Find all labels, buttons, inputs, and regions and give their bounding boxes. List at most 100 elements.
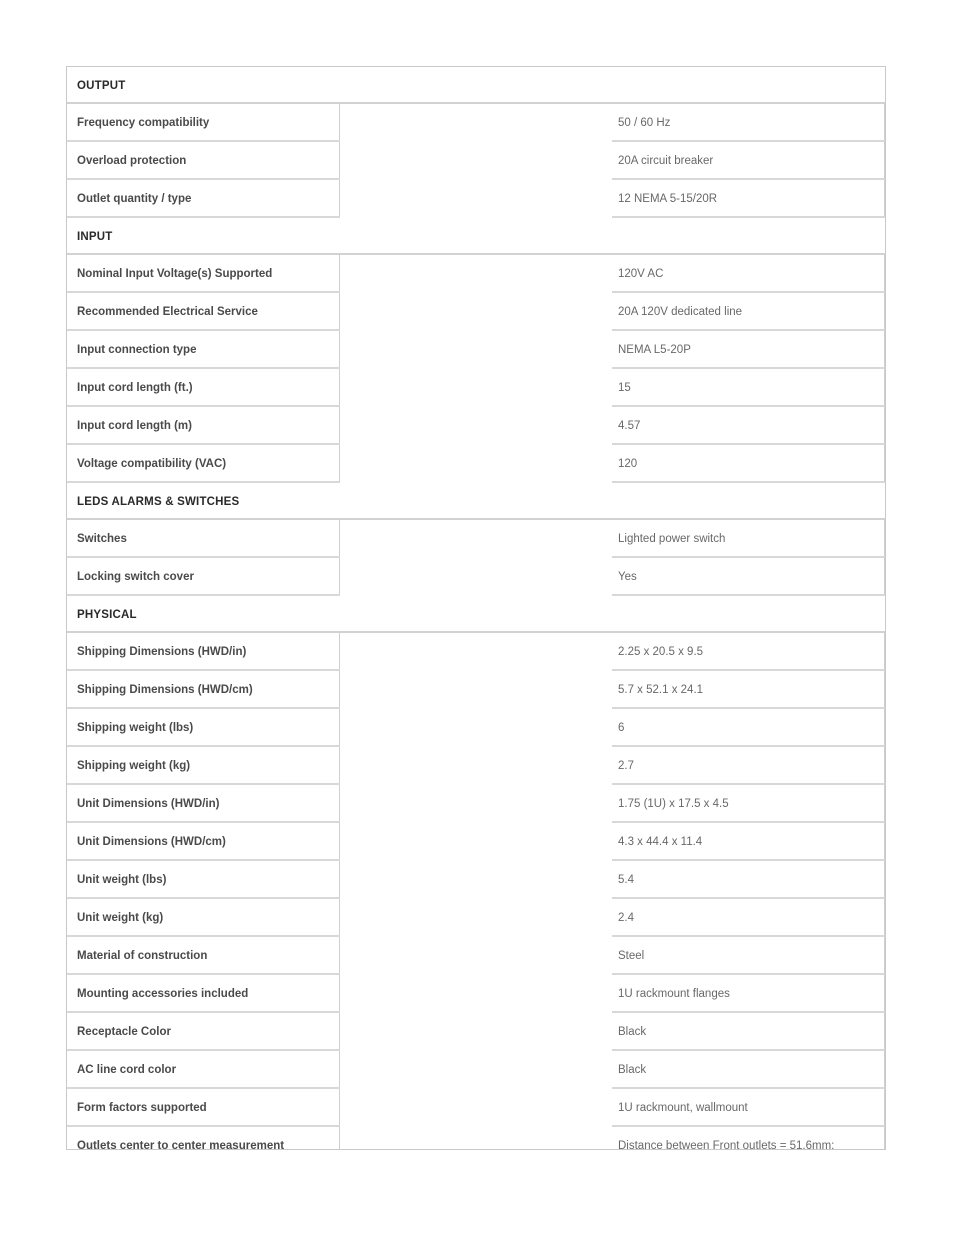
spec-value: 5.7 x 52.1 x 24.1: [618, 684, 704, 696]
spec-label: Nominal Input Voltage(s) Supported: [77, 268, 273, 280]
spec-value: Distance between Front outlets = 51.6mm;…: [618, 1140, 835, 1150]
spec-label: Material of construction: [77, 950, 208, 962]
spec-label-cell: Unit Dimensions (HWD/in): [67, 784, 340, 823]
spec-column-gap: [340, 784, 613, 822]
spec-section-header-row: INPUT: [67, 217, 885, 255]
spec-row: Nominal Input Voltage(s) Supported 120V A…: [67, 254, 885, 293]
spec-value-cell: 50 / 60 Hz: [612, 103, 885, 142]
spec-column-gap: [340, 898, 613, 936]
spec-row: Locking switch cover Yes: [67, 557, 885, 596]
spec-value: 4.57: [618, 420, 641, 432]
spec-value-cell: 20A 120V dedicated line: [612, 292, 885, 331]
spec-column-gap: [340, 936, 613, 974]
spec-row: AC line cord color Black: [67, 1050, 885, 1089]
spec-label: Voltage compatibility (VAC): [77, 458, 227, 470]
spec-column-gap: [340, 708, 613, 746]
spec-label: Unit Dimensions (HWD/cm): [77, 836, 226, 848]
spec-column-gap: [340, 1012, 613, 1050]
spec-label: Input cord length (ft.): [77, 382, 193, 394]
spec-row: Outlets center to center measurement Dist…: [67, 1126, 885, 1150]
spec-row: Shipping weight (lbs) 6: [67, 708, 885, 747]
spec-label: Input connection type: [77, 344, 197, 356]
spec-value-cell: 5.7 x 52.1 x 24.1: [612, 670, 885, 709]
spec-label-cell: Material of construction: [67, 936, 340, 975]
spec-label-cell: Input cord length (m): [67, 406, 340, 445]
spec-value-cell: 2.7: [612, 746, 885, 785]
spec-column-gap: [340, 141, 613, 179]
spec-value-cell: 2.25 x 20.5 x 9.5: [612, 632, 885, 671]
spec-value-cell: Steel: [612, 936, 885, 975]
spec-value-cell: 12 NEMA 5-15/20R: [612, 179, 885, 218]
spec-label: Input cord length (m): [77, 420, 192, 432]
spec-value-cell: Distance between Front outlets = 51.6mm;…: [612, 1126, 885, 1150]
spec-column-gap: [340, 822, 613, 860]
spec-value-cell: 120: [612, 444, 885, 483]
spec-section-header-row: PHYSICAL: [67, 595, 885, 633]
spec-label: Shipping Dimensions (HWD/cm): [77, 684, 253, 696]
spec-row: Material of construction Steel: [67, 936, 885, 975]
spec-label-cell: Unit Dimensions (HWD/cm): [67, 822, 340, 861]
spec-value: NEMA L5-20P: [618, 344, 691, 356]
spec-value-cell: 15: [612, 368, 885, 407]
spec-value: 120: [618, 458, 638, 470]
spec-label-cell: Nominal Input Voltage(s) Supported: [67, 254, 340, 293]
specifications-table-body: OUTPUT Frequency compatibility 50 / 60 Hz O…: [67, 67, 885, 1150]
spec-value: 20A 120V dedicated line: [618, 306, 743, 318]
spec-row: Shipping weight (kg) 2.7: [67, 746, 885, 785]
spec-value: 20A circuit breaker: [618, 155, 714, 167]
spec-value-cell: 4.57: [612, 406, 885, 445]
spec-label-cell: Outlets center to center measurement: [67, 1126, 340, 1150]
spec-column-gap: [340, 330, 613, 368]
spec-row: Input connection type NEMA L5-20P: [67, 330, 885, 369]
spec-label: Recommended Electrical Service: [77, 306, 258, 318]
spec-label-cell: Input connection type: [67, 330, 340, 369]
spec-value-cell: 1U rackmount flanges: [612, 974, 885, 1013]
spec-row: Receptacle Color Black: [67, 1012, 885, 1051]
spec-label: Locking switch cover: [77, 571, 194, 583]
spec-row: Voltage compatibility (VAC) 120: [67, 444, 885, 483]
spec-label: Outlets center to center measurement: [77, 1140, 285, 1150]
spec-section-header-cell: LEDS ALARMS & SWITCHES: [67, 482, 885, 520]
spec-section-title: LEDS ALARMS & SWITCHES: [77, 496, 240, 508]
spec-section-title: INPUT: [77, 231, 113, 243]
spec-value: 2.7: [618, 760, 634, 772]
spec-section-header-cell: PHYSICAL: [67, 595, 885, 633]
spec-value: Lighted power switch: [618, 533, 726, 545]
spec-label: Unit Dimensions (HWD/in): [77, 798, 220, 810]
spec-label-cell: Outlet quantity / type: [67, 179, 340, 218]
spec-value-cell: Black: [612, 1012, 885, 1051]
spec-label-cell: Shipping weight (lbs): [67, 708, 340, 747]
spec-row: Unit weight (kg) 2.4: [67, 898, 885, 937]
spec-value-cell: 1.75 (1U) x 17.5 x 4.5: [612, 784, 885, 823]
spec-column-gap: [340, 103, 613, 141]
spec-label-cell: Shipping Dimensions (HWD/cm): [67, 670, 340, 709]
spec-column-gap: [340, 746, 613, 784]
spec-value: 5.4: [618, 874, 634, 886]
spec-column-gap: [340, 1050, 613, 1088]
spec-row: Form factors supported 1U rackmount, wall…: [67, 1088, 885, 1127]
spec-value: 2.25 x 20.5 x 9.5: [618, 646, 704, 658]
spec-row: Unit Dimensions (HWD/in) 1.75 (1U) x 17.5…: [67, 784, 885, 823]
spec-column-gap: [340, 557, 613, 595]
spec-label: Mounting accessories included: [77, 988, 249, 1000]
spec-label-cell: Mounting accessories included: [67, 974, 340, 1013]
spec-value: 15: [618, 382, 631, 394]
spec-value: 120V AC: [618, 268, 664, 280]
spec-value-cell: 120V AC: [612, 254, 885, 293]
spec-section-header-cell: INPUT: [67, 217, 885, 255]
spec-value-cell: 6: [612, 708, 885, 747]
spec-label-cell: Locking switch cover: [67, 557, 340, 596]
spec-label-cell: AC line cord color: [67, 1050, 340, 1089]
spec-value-cell: Yes: [612, 557, 885, 596]
spec-column-gap: [340, 860, 613, 898]
spec-label-cell: Unit weight (kg): [67, 898, 340, 937]
spec-label: Shipping Dimensions (HWD/in): [77, 646, 247, 658]
spec-label: Overload protection: [77, 155, 187, 167]
spec-value-cell: 1U rackmount, wallmount: [612, 1088, 885, 1127]
spec-value: Yes: [618, 571, 637, 583]
spec-value-cell: Black: [612, 1050, 885, 1089]
spec-row: Input cord length (ft.) 15: [67, 368, 885, 407]
spec-row: Mounting accessories included 1U rackmoun…: [67, 974, 885, 1013]
spec-column-gap: [340, 1126, 613, 1149]
spec-row: Outlet quantity / type 12 NEMA 5-15/20R: [67, 179, 885, 218]
